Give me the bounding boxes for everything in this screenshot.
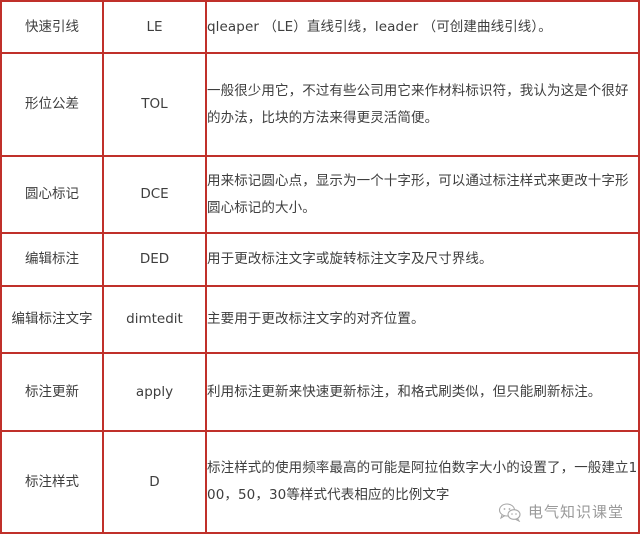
- command-name-cell: 编辑标注文字: [0, 285, 104, 354]
- table-row: 标注更新 apply 利用标注更新来快速更新标注，和格式刷类似，但只能刷新标注。: [0, 352, 640, 432]
- command-shortcut-cell: DED: [102, 232, 207, 287]
- watermark: 电气知识课堂: [497, 501, 624, 522]
- command-name-cell: 形位公差: [0, 52, 104, 157]
- table-row: 圆心标记 DCE 用来标记圆心点，显示为一个十字形，可以通过标注样式来更改十字形…: [0, 155, 640, 234]
- command-shortcut-cell: dimtedit: [102, 285, 207, 354]
- command-description-cell: 主要用于更改标注文字的对齐位置。: [205, 285, 640, 354]
- table-row: 快速引线 LE qleaper （LE）直线引线，leader （可创建曲线引线…: [0, 0, 640, 54]
- command-description-cell: 用来标记圆心点，显示为一个十字形，可以通过标注样式来更改十字形圆心标记的大小。: [205, 155, 640, 234]
- command-description-cell: 利用标注更新来快速更新标注，和格式刷类似，但只能刷新标注。: [205, 352, 640, 432]
- cad-command-table: 快速引线 LE qleaper （LE）直线引线，leader （可创建曲线引线…: [0, 0, 640, 534]
- watermark-text: 电气知识课堂: [527, 503, 624, 521]
- command-shortcut-cell: DCE: [102, 155, 207, 234]
- table-row: 形位公差 TOL 一般很少用它，不过有些公司用它来作材料标识符，我认为这是个很好…: [0, 52, 640, 157]
- command-description-cell: 用于更改标注文字或旋转标注文字及尺寸界线。: [205, 232, 640, 287]
- command-name-cell: 圆心标记: [0, 155, 104, 234]
- command-description-cell: qleaper （LE）直线引线，leader （可创建曲线引线）。: [205, 0, 640, 54]
- command-shortcut-cell: apply: [102, 352, 207, 432]
- table-row: 编辑标注 DED 用于更改标注文字或旋转标注文字及尺寸界线。: [0, 232, 640, 287]
- command-name-cell: 标注更新: [0, 352, 104, 432]
- command-description-cell: 一般很少用它，不过有些公司用它来作材料标识符，我认为这是个很好的办法，比块的方法…: [205, 52, 640, 157]
- command-shortcut-cell: LE: [102, 0, 207, 54]
- command-name-cell: 编辑标注: [0, 232, 104, 287]
- command-name-cell: 快速引线: [0, 0, 104, 54]
- command-shortcut-cell: D: [102, 430, 207, 534]
- table-row: 编辑标注文字 dimtedit 主要用于更改标注文字的对齐位置。: [0, 285, 640, 354]
- command-name-cell: 标注样式: [0, 430, 104, 534]
- wechat-icon: [498, 502, 522, 522]
- command-shortcut-cell: TOL: [102, 52, 207, 157]
